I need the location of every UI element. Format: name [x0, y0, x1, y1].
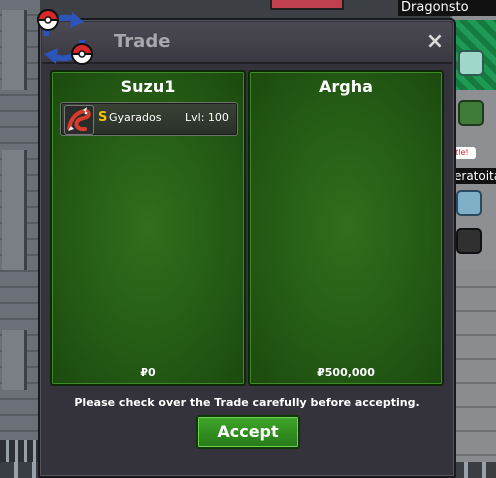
trade-money-offer: ₽500,000: [317, 366, 375, 379]
player-sprite[interactable]: [456, 190, 482, 216]
trader-name: Argha: [319, 77, 373, 96]
player-nameplate: Dragonsto: [398, 0, 496, 16]
game-world-left: [0, 0, 40, 478]
shiny-indicator: S: [98, 110, 108, 125]
trade-panel-partner: Argha ₽500,000: [248, 70, 444, 386]
wall-pillar: [2, 330, 27, 390]
game-world-top: [40, 0, 450, 20]
map-object: [270, 0, 344, 10]
gyarados-icon: [67, 107, 91, 132]
floor-tiles: [452, 270, 496, 478]
wall-pillar: [2, 10, 27, 90]
pokemon-icon-frame: [64, 105, 94, 135]
player-sprite[interactable]: [458, 100, 484, 126]
trader-name: Suzu1: [120, 77, 176, 96]
wall-pillar: [2, 150, 27, 270]
player-sprite[interactable]: [456, 228, 482, 254]
player-sprite[interactable]: [458, 50, 484, 76]
trade-window: Trade × Suzu1 S Gyarados Lvl: 100 ₽0 Arg…: [36, 9, 456, 478]
window-title: Trade: [114, 31, 171, 52]
close-button[interactable]: ×: [424, 31, 446, 53]
trade-money-offer[interactable]: ₽0: [52, 366, 244, 379]
trade-item-slot[interactable]: S Gyarados Lvl: 100: [60, 102, 238, 136]
trade-exchange-icon: [36, 9, 94, 65]
player-nameplate: eratoita: [452, 168, 496, 184]
pokemon-level: Lvl: 100: [185, 111, 229, 124]
trade-notice: Please check over the Trade carefully be…: [74, 396, 420, 409]
pokemon-name: Gyarados: [109, 111, 162, 124]
trade-panel-self: Suzu1 S Gyarados Lvl: 100 ₽0: [50, 70, 246, 386]
window-titlebar[interactable]: Trade ×: [42, 22, 452, 64]
game-world-right: [452, 0, 496, 478]
accept-button[interactable]: Accept: [196, 415, 300, 449]
